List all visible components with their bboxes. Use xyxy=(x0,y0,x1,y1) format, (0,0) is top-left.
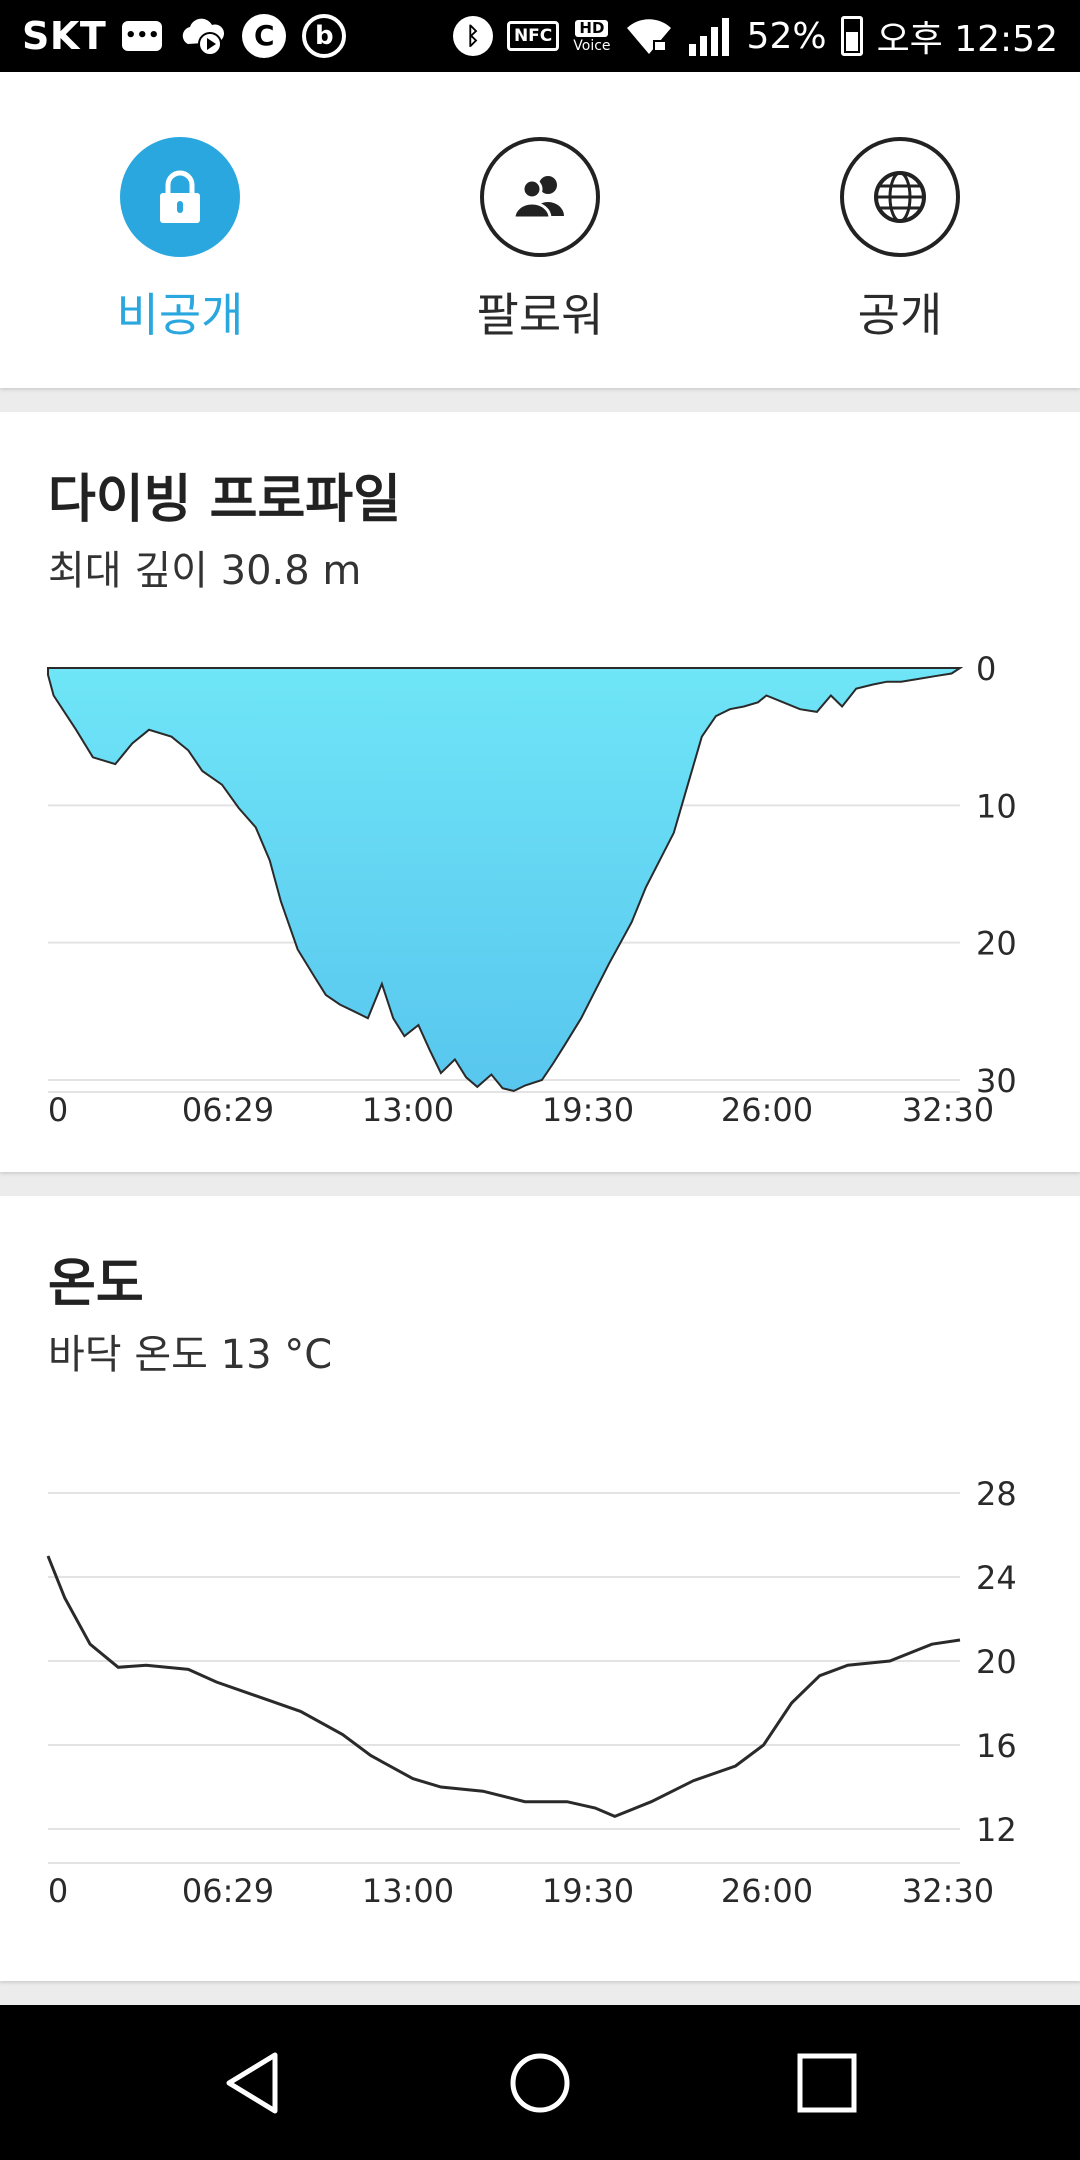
temp-x-tick-label: 06:29 xyxy=(182,1872,274,1910)
battery-percent: 52% xyxy=(746,15,827,57)
hd-voice-icon: HD Voice xyxy=(573,19,611,54)
dive-y-tick-label: 0 xyxy=(976,650,996,688)
privacy-public-label: 공개 xyxy=(857,288,943,342)
temperature-line xyxy=(46,1555,961,1819)
privacy-followers-label: 팔로워 xyxy=(476,288,604,342)
dive-y-tick-label: 20 xyxy=(976,925,1017,963)
privacy-private-button[interactable] xyxy=(120,137,240,257)
status-bar: SKT ••• C b ᛒ NFC HD Voice 52% 오후 12:52 xyxy=(0,0,1080,72)
temp-x-tick-label: 32:30 xyxy=(902,1872,994,1910)
dive-profile-card: 다이빙 프로파일 최대 깊이 30.8 m 0 10 20 30 0 06:29 13:0… xyxy=(0,412,1080,1172)
b-circle-icon: b xyxy=(302,14,347,58)
privacy-private-label: 비공개 xyxy=(116,288,244,342)
message-icon: ••• xyxy=(122,21,163,51)
home-button[interactable] xyxy=(495,2038,585,2128)
temp-y-tick-label: 20 xyxy=(976,1643,1017,1681)
privacy-option-private[interactable]: 비공개 xyxy=(80,137,280,345)
temperature-card: 온도 바닥 온도 13 °C 28 24 20 16 12 0 06:29 13:00 19:… xyxy=(0,1196,1080,1981)
c-circle-icon: C xyxy=(242,14,287,58)
temp-x-tick-label: 13:00 xyxy=(362,1872,454,1910)
carrier-label: SKT xyxy=(22,14,107,58)
dive-y-tick-label: 10 xyxy=(976,787,1017,825)
status-bar-left: SKT ••• C b xyxy=(22,14,347,58)
home-icon xyxy=(510,2053,570,2112)
dive-x-tick-label: 0 xyxy=(48,1091,68,1129)
dive-depth-area xyxy=(47,667,964,1093)
back-icon xyxy=(226,2052,278,2113)
temperature-chart: 28 24 20 16 12 0 06:29 13:00 19:30 26:00 32:30 xyxy=(46,1475,1017,1910)
bluetooth-icon: ᛒ xyxy=(452,16,493,56)
dive-x-tick-label: 26:00 xyxy=(721,1091,813,1129)
lock-icon xyxy=(160,170,200,223)
dive-x-tick-label: 19:30 xyxy=(542,1091,634,1129)
privacy-card: 비공개 팔로워 공개 xyxy=(0,72,1080,388)
wifi-icon xyxy=(625,16,673,56)
dive-x-tick-label: 32:30 xyxy=(902,1091,994,1129)
temp-y-tick-label: 16 xyxy=(976,1727,1017,1765)
signal-icon xyxy=(687,16,733,56)
clock: 오후 12:52 xyxy=(876,19,1058,60)
status-bar-right: ᛒ NFC HD Voice 52% 오후 12:52 xyxy=(452,10,1058,62)
temp-y-tick-label: 24 xyxy=(976,1559,1017,1597)
privacy-option-followers[interactable]: 팔로워 xyxy=(440,137,640,345)
dive-x-tick-label: 13:00 xyxy=(362,1091,454,1129)
globe-icon xyxy=(874,171,926,223)
back-button[interactable] xyxy=(208,2038,298,2128)
privacy-followers-button[interactable] xyxy=(480,137,600,257)
dive-profile-chart: 0102030 0 06:29 13:00 19:30 26:00 32:30 xyxy=(47,650,1017,1129)
nfc-icon: NFC xyxy=(506,21,560,51)
recents-button[interactable] xyxy=(782,2038,872,2128)
temp-x-tick-label: 0 xyxy=(48,1872,68,1910)
dive-x-tick-label: 06:29 xyxy=(182,1091,274,1129)
temp-y-tick-label: 12 xyxy=(976,1811,1017,1849)
app-screen: SKT ••• C b ᛒ NFC HD Voice 52% 오후 12:52 xyxy=(0,0,1080,2160)
temp-x-tick-label: 26:00 xyxy=(721,1872,813,1910)
battery-icon xyxy=(840,16,863,56)
privacy-public-button[interactable] xyxy=(840,137,960,257)
people-icon xyxy=(512,176,564,220)
temp-y-tick-label: 28 xyxy=(976,1475,1017,1513)
navigation-bar xyxy=(0,2005,1080,2160)
temp-x-tick-label: 19:30 xyxy=(542,1872,634,1910)
cloud-play-icon xyxy=(178,14,226,58)
privacy-option-public[interactable]: 공개 xyxy=(800,137,1000,345)
recents-icon xyxy=(797,2053,857,2112)
voice-label: Voice xyxy=(573,37,611,54)
hd-label: HD xyxy=(575,19,609,37)
